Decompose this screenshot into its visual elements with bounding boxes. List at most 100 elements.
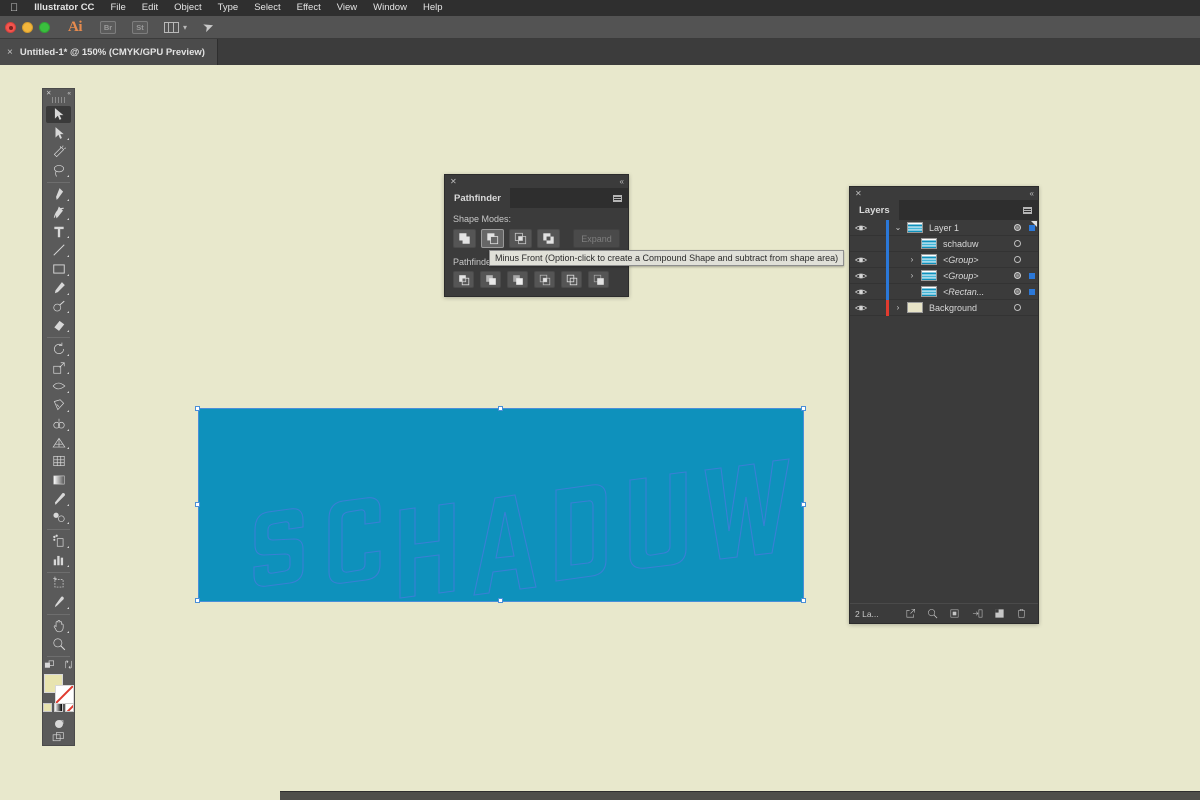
selection-handle-mr[interactable] <box>801 502 806 507</box>
gradient-tool[interactable] <box>46 471 71 489</box>
panel-menu-icon[interactable] <box>1023 200 1038 220</box>
menu-app-name[interactable]: Illustrator CC <box>26 0 102 16</box>
layers-title-bar[interactable]: ✕ « <box>850 187 1038 200</box>
minus-back-button[interactable] <box>588 271 609 288</box>
selection-handle-tr[interactable] <box>801 406 806 411</box>
intersect-button[interactable] <box>509 229 532 248</box>
close-icon[interactable]: ✕ <box>450 177 457 186</box>
selection-handle-ml[interactable] <box>195 502 200 507</box>
selection-indicator[interactable] <box>1026 272 1038 279</box>
crop-button[interactable] <box>534 271 555 288</box>
close-icon[interactable]: × <box>7 47 13 58</box>
curvature-tool[interactable] <box>46 204 71 222</box>
target-indicator[interactable] <box>1008 240 1026 247</box>
collapse-icon[interactable]: « <box>67 90 71 97</box>
outline-button[interactable] <box>561 271 582 288</box>
shaper-tool[interactable] <box>46 298 71 316</box>
create-new-sublayer-icon[interactable] <box>944 608 966 619</box>
delete-selection-icon[interactable] <box>1011 608 1033 619</box>
menu-view[interactable]: View <box>329 0 365 16</box>
line-segment-tool[interactable] <box>46 241 71 259</box>
layer-row[interactable]: › <Group> <box>850 251 1038 268</box>
perspective-grid-tool[interactable] <box>46 434 71 452</box>
menu-file[interactable]: File <box>102 0 133 16</box>
swap-fill-stroke-icon[interactable] <box>63 659 74 670</box>
minimize-window-button[interactable] <box>22 21 33 33</box>
exclude-button[interactable] <box>537 229 560 248</box>
maximize-window-button[interactable] <box>39 21 50 33</box>
create-new-layer-icon[interactable] <box>966 608 988 619</box>
close-window-button[interactable] <box>5 21 16 33</box>
layers-list[interactable]: ⌄ Layer 1 schaduw › <Group> › <Group> <Rectan..… <box>850 219 1038 603</box>
pathfinder-title-bar[interactable]: ✕ « <box>445 175 628 188</box>
selection-handle-bl[interactable] <box>195 598 200 603</box>
expand-button[interactable]: Expand <box>573 229 620 248</box>
layer-row[interactable]: ⌄ Layer 1 <box>850 219 1038 236</box>
visibility-toggle-icon[interactable] <box>850 222 872 234</box>
symbol-sprayer-tool[interactable] <box>46 532 71 550</box>
chevron-right-icon[interactable]: › <box>903 255 921 264</box>
target-indicator[interactable] <box>1008 304 1026 311</box>
apple-icon[interactable]:  <box>8 2 26 15</box>
screen-mode-button[interactable] <box>46 731 71 745</box>
mesh-tool[interactable] <box>46 452 71 470</box>
share-icon[interactable]: ➤ <box>201 18 217 37</box>
selection-handle-bc[interactable] <box>498 598 503 603</box>
unite-button[interactable] <box>453 229 476 248</box>
minus-front-button[interactable] <box>481 229 504 248</box>
chevron-right-icon[interactable]: › <box>903 271 921 280</box>
menu-window[interactable]: Window <box>365 0 415 16</box>
color-mode-swatches[interactable] <box>43 703 74 713</box>
tools-panel-grip[interactable] <box>51 97 66 103</box>
zoom-tool[interactable] <box>46 636 71 654</box>
merge-button[interactable] <box>507 271 528 288</box>
selection-tool[interactable] <box>46 105 71 124</box>
make-clipping-mask-icon[interactable] <box>921 608 943 619</box>
visibility-toggle-icon[interactable] <box>850 302 872 314</box>
target-indicator[interactable] <box>1008 224 1026 231</box>
menu-object[interactable]: Object <box>166 0 209 16</box>
selection-indicator[interactable] <box>1026 288 1038 295</box>
eyedropper-tool[interactable] <box>46 490 71 508</box>
locate-object-icon[interactable] <box>899 608 921 619</box>
visibility-toggle-icon[interactable] <box>850 254 872 266</box>
column-graph-tool[interactable] <box>46 551 71 569</box>
free-transform-tool[interactable] <box>46 396 71 414</box>
paintbrush-tool[interactable] <box>46 279 71 297</box>
artboard-tool[interactable] <box>46 575 71 593</box>
pen-tool[interactable] <box>46 185 71 203</box>
layer-name[interactable]: <Group> <box>943 255 1008 265</box>
layer-row[interactable]: › <Group> <box>850 267 1038 284</box>
direct-selection-tool[interactable] <box>46 124 71 142</box>
layer-name[interactable]: schaduw <box>943 239 1008 249</box>
target-indicator[interactable] <box>1008 288 1026 295</box>
color-swatch[interactable] <box>43 703 52 713</box>
menu-help[interactable]: Help <box>415 0 451 16</box>
none-swatch[interactable] <box>65 703 74 713</box>
type-tool[interactable] <box>46 223 71 241</box>
document-tab[interactable]: × Untitled-1* @ 150% (CMYK/GPU Preview) <box>0 39 218 65</box>
hand-tool[interactable] <box>46 617 71 635</box>
collapse-icon[interactable]: « <box>1030 189 1035 198</box>
close-icon[interactable]: ✕ <box>46 89 51 97</box>
stroke-swatch[interactable] <box>54 685 74 705</box>
panel-menu-icon[interactable] <box>613 188 628 208</box>
tools-panel[interactable]: ✕ « <box>42 88 75 746</box>
target-indicator[interactable] <box>1008 256 1026 263</box>
chevron-down-icon[interactable]: ⌄ <box>889 223 907 232</box>
layer-name[interactable]: <Group> <box>943 271 1008 281</box>
new-layer-icon[interactable] <box>988 608 1010 619</box>
layer-row[interactable]: <Rectan... <box>850 283 1038 300</box>
eraser-tool[interactable] <box>46 316 71 334</box>
layer-row[interactable]: schaduw <box>850 235 1038 252</box>
target-indicator[interactable] <box>1008 272 1026 279</box>
visibility-toggle-icon[interactable] <box>850 286 872 298</box>
gradient-swatch[interactable] <box>54 703 63 713</box>
menu-edit[interactable]: Edit <box>134 0 166 16</box>
slice-tool[interactable] <box>46 593 71 611</box>
layer-name[interactable]: Background <box>929 303 1008 313</box>
shape-builder-tool[interactable] <box>46 415 71 433</box>
artwork-selection[interactable] <box>195 406 806 603</box>
layer-name[interactable]: Layer 1 <box>929 223 1008 233</box>
selection-handle-br[interactable] <box>801 598 806 603</box>
